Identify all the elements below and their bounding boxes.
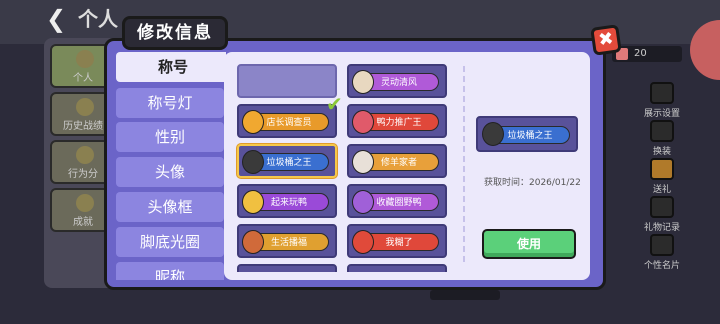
title-slot[interactable]: 起来玩鸭 bbox=[237, 184, 337, 218]
gift-record-icon bbox=[650, 196, 674, 218]
coin-icon bbox=[242, 110, 264, 134]
profile-card-button[interactable]: 个性名片 bbox=[640, 232, 684, 276]
trash-can-icon bbox=[242, 150, 264, 174]
sheep-icon bbox=[352, 150, 374, 174]
duck-icon bbox=[352, 110, 374, 134]
menu-item-nickname[interactable]: 昵称 bbox=[116, 262, 224, 280]
modal-title: 修改信息 bbox=[122, 16, 228, 50]
panel-divider bbox=[463, 66, 465, 262]
background-bottom-bar bbox=[430, 290, 500, 300]
obtain-time: 获取时间：2026/01/22 bbox=[484, 178, 581, 188]
title-slot[interactable]: 鸭力推广王 bbox=[347, 104, 447, 138]
menu-item-title[interactable]: 称号 bbox=[116, 52, 226, 82]
trash-can-icon bbox=[482, 122, 504, 146]
title-slot-none[interactable] bbox=[237, 64, 337, 98]
use-button[interactable]: 使用 bbox=[482, 229, 576, 259]
back-arrow-icon[interactable]: ❮ bbox=[46, 6, 76, 32]
selected-title-preview: 垃圾桶之王 bbox=[476, 116, 578, 152]
profile-card-icon bbox=[650, 234, 674, 256]
hanger-icon bbox=[650, 120, 674, 142]
title-slot[interactable]: 店长调查员 bbox=[237, 104, 337, 138]
modal-menu: 称号 称号灯 性别 头像 头像框 脚底光圈 昵称 bbox=[116, 52, 226, 280]
behavior-icon bbox=[76, 146, 94, 164]
background-right-actions: 展示设置 换装 送礼 礼物记录 个性名片 bbox=[632, 44, 692, 284]
title-grid: 灵动清风 店长调查员 鸭力推广王 垃圾桶之王 修羊家者 起来玩鸭 收藏圈野鸭 生… bbox=[234, 58, 456, 272]
gift-icon bbox=[650, 158, 674, 180]
menu-item-gender[interactable]: 性别 bbox=[116, 122, 224, 152]
title-slot[interactable]: 灵动清风 bbox=[347, 64, 447, 98]
menu-item-title-light[interactable]: 称号灯 bbox=[116, 88, 224, 118]
history-icon bbox=[76, 98, 94, 116]
background-page-title: 个人 bbox=[78, 7, 118, 31]
duck-icon bbox=[352, 190, 374, 214]
character-icon bbox=[242, 230, 264, 254]
duck-icon bbox=[352, 70, 374, 94]
title-slot[interactable]: 我糊了 bbox=[347, 224, 447, 258]
title-slot[interactable] bbox=[347, 264, 447, 272]
title-slot[interactable]: 生活播福 bbox=[237, 224, 337, 258]
trophy-icon bbox=[76, 194, 94, 212]
title-slot[interactable]: 收藏圈野鸭 bbox=[347, 184, 447, 218]
duck-icon bbox=[242, 190, 264, 214]
menu-item-avatar[interactable]: 头像 bbox=[116, 157, 224, 187]
personal-icon bbox=[76, 50, 94, 68]
menu-item-foot-halo[interactable]: 脚底光圈 bbox=[116, 227, 224, 257]
title-slot[interactable] bbox=[237, 264, 337, 272]
close-icon[interactable]: ✖ bbox=[590, 24, 622, 56]
burnt-icon bbox=[352, 230, 374, 254]
title-slot[interactable]: 修羊家者 bbox=[347, 144, 447, 178]
action-label: 个性名片 bbox=[643, 261, 680, 271]
checkmark-icon: ✔ bbox=[326, 92, 343, 116]
display-settings-icon bbox=[650, 82, 674, 104]
title-slot-selected[interactable]: 垃圾桶之王 bbox=[237, 144, 337, 178]
menu-item-avatar-frame[interactable]: 头像框 bbox=[116, 192, 224, 222]
